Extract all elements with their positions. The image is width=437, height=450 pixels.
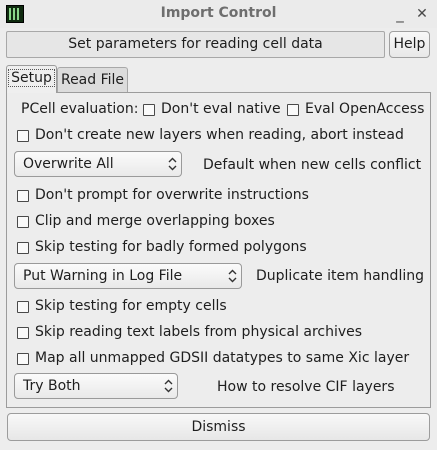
help-button[interactable]: Help — [389, 31, 430, 58]
eval-openaccess-label[interactable]: Eval OpenAccess — [305, 101, 424, 117]
import-control-window: Import Control _ ✕ Set parameters for re… — [0, 0, 437, 450]
chevron-updown-icon — [228, 269, 237, 283]
dont-eval-native-label[interactable]: Don't eval native — [161, 101, 281, 117]
clip-merge-label[interactable]: Clip and merge overlapping boxes — [35, 213, 275, 229]
tab-setup-label: Setup — [8, 69, 55, 87]
skip-text-labels-checkbox[interactable] — [17, 327, 29, 339]
conflict-select[interactable]: Overwrite All — [14, 151, 182, 177]
cif-label: How to resolve CIF layers — [217, 379, 395, 395]
no-new-layers-label[interactable]: Don't create new layers when reading, ab… — [35, 127, 404, 143]
duplicate-select-value: Put Warning in Log File — [23, 268, 183, 284]
map-gdsii-label[interactable]: Map all unmapped GDSII datatypes to same… — [35, 350, 409, 366]
skip-text-labels-label[interactable]: Skip reading text labels from physical a… — [35, 324, 362, 340]
close-button[interactable]: ✕ — [414, 5, 430, 23]
conflict-label: Default when new cells conflict — [203, 157, 422, 173]
skip-bad-polygons-checkbox[interactable] — [17, 242, 29, 254]
skip-empty-cells-checkbox[interactable] — [17, 301, 29, 313]
window-title: Import Control — [160, 5, 277, 21]
skip-bad-polygons-label[interactable]: Skip testing for badly formed polygons — [35, 239, 307, 255]
eval-openaccess-checkbox[interactable] — [287, 104, 299, 116]
cif-select-value: Try Both — [23, 378, 81, 394]
no-prompt-overwrite-checkbox[interactable] — [17, 190, 29, 202]
chevron-updown-icon — [164, 379, 173, 393]
tab-setup[interactable]: Setup — [6, 65, 57, 93]
title-bar[interactable]: Import Control _ ✕ — [0, 0, 437, 28]
conflict-select-value: Overwrite All — [23, 156, 114, 172]
header-label: Set parameters for reading cell data — [6, 31, 385, 58]
dont-eval-native-checkbox[interactable] — [143, 104, 155, 116]
chevron-updown-icon — [168, 157, 177, 171]
dismiss-button[interactable]: Dismiss — [7, 413, 430, 441]
no-prompt-overwrite-label[interactable]: Don't prompt for overwrite instructions — [35, 187, 309, 203]
skip-empty-cells-label[interactable]: Skip testing for empty cells — [35, 298, 227, 314]
cif-select[interactable]: Try Both — [14, 373, 178, 399]
clip-merge-checkbox[interactable] — [17, 216, 29, 228]
minimize-button[interactable]: _ — [392, 5, 408, 23]
pcell-label: PCell evaluation: — [21, 101, 139, 117]
duplicate-label: Duplicate item handling — [256, 268, 424, 284]
duplicate-select[interactable]: Put Warning in Log File — [14, 263, 242, 289]
tab-read-file[interactable]: Read File — [57, 67, 128, 92]
no-new-layers-checkbox[interactable] — [17, 130, 29, 142]
map-gdsii-checkbox[interactable] — [17, 353, 29, 365]
